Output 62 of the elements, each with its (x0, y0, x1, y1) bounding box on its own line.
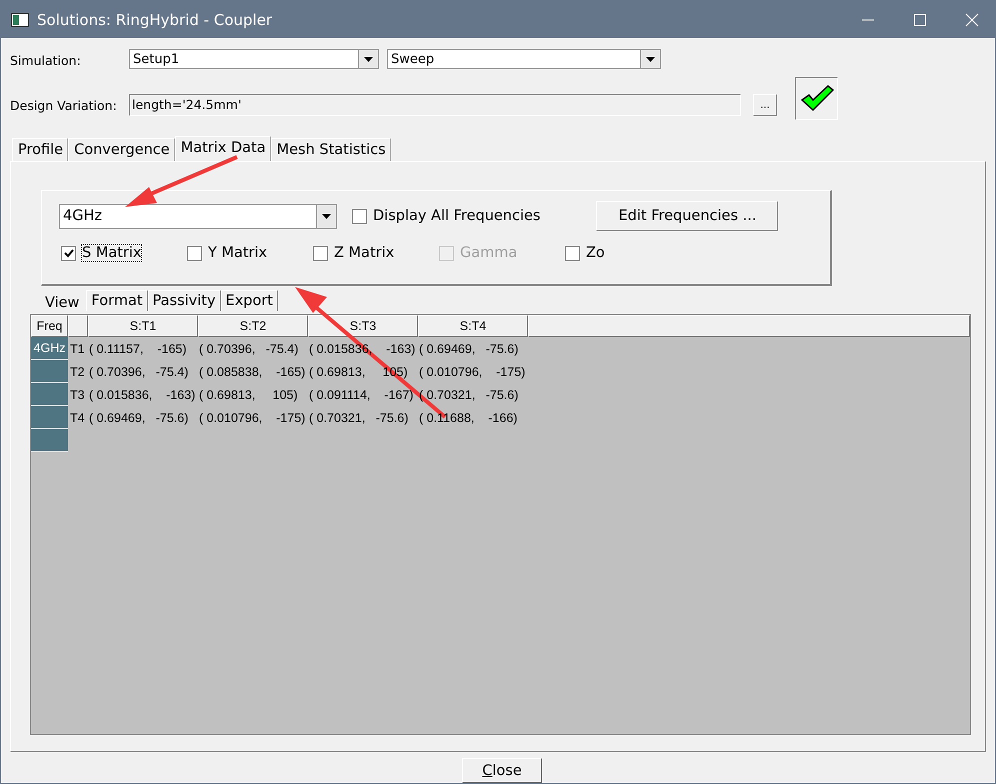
column-header[interactable]: S:T3 (308, 315, 418, 337)
frequency-cell (31, 383, 68, 406)
row-header: T1 (69, 342, 86, 356)
table-cell-text: ( 0.70396, -75.4) (199, 342, 300, 356)
table-cell-text: ( 0.70396, -75.4) (89, 364, 190, 378)
table-cell-text: ( 0.010796, -175) (199, 410, 306, 424)
sub-tab[interactable]: View (39, 290, 86, 311)
caret-icon (646, 56, 655, 62)
frequency-dropdown[interactable]: 4GHz (59, 204, 337, 228)
row-header: T4 (69, 410, 86, 424)
window-title: Solutions: RingHybrid - Coupler (37, 10, 272, 28)
browse-button[interactable]: ... (753, 94, 777, 116)
table-cell-text: ( 0.69469, -75.6) (419, 342, 520, 356)
table-cell-text: ( 0.010796, -175) (419, 364, 526, 378)
checkbox[interactable] (187, 246, 202, 260)
table-cell-text: ( 0.69469, -75.6) (89, 410, 190, 424)
frequency-cell (31, 429, 68, 452)
tab[interactable]: Convergence (68, 138, 175, 161)
table-cell-text: ( 0.015836, -163) (89, 388, 196, 402)
close-button[interactable]: Close (462, 758, 542, 783)
table-cell-text: ( 0.70321, -75.6) (309, 410, 410, 424)
window-icon (11, 12, 29, 26)
checkbox[interactable] (61, 246, 76, 260)
caret-icon (364, 56, 373, 62)
close-icon[interactable] (965, 12, 979, 26)
sweep-dropdown[interactable]: Sweep (387, 49, 661, 69)
tab[interactable]: Mesh Statistics (270, 138, 391, 161)
matrix-checkbox[interactable]: Z Matrix (313, 245, 439, 261)
column-header[interactable]: S:T4 (418, 315, 528, 337)
tab[interactable]: Profile (12, 138, 68, 161)
table-cell-text: ( 0.085838, -165) (199, 364, 306, 378)
row-header: T2 (69, 364, 86, 378)
column-header[interactable]: S:T1 (88, 315, 198, 337)
caret-icon (322, 214, 331, 218)
matrix-checkbox[interactable]: S Matrix (61, 245, 187, 261)
setup-dropdown[interactable]: Setup1 (129, 49, 379, 69)
checkbox[interactable] (313, 246, 328, 260)
design-variation-field[interactable]: length='24.5mm' (129, 94, 741, 116)
edit-frequencies-button[interactable]: Edit Frequencies ... (596, 201, 778, 231)
frequency-cell (31, 406, 68, 429)
sub-tab[interactable]: Export (220, 290, 278, 311)
column-header[interactable]: Freq (31, 315, 68, 337)
table-cell-text: ( 0.11688, -166) (419, 410, 518, 424)
sub-tab[interactable]: Passivity (148, 290, 221, 311)
matrix-checkbox[interactable]: Zo (565, 245, 691, 261)
display-all-checkbox[interactable]: Display All Frequencies (352, 208, 540, 224)
tab[interactable]: Matrix Data (174, 136, 271, 161)
row-header: T3 (69, 388, 86, 402)
matrix-checkbox[interactable]: Y Matrix (187, 245, 313, 261)
table-cell-text: ( 0.11157, -165) (89, 342, 188, 356)
column-header[interactable]: S:T2 (198, 315, 308, 337)
maximize-icon[interactable] (913, 12, 927, 26)
design-variation-label: Design Variation: (10, 98, 118, 112)
frequency-cell (31, 360, 68, 383)
table-cell-text: ( 0.091114, -167) (309, 388, 414, 402)
frequency-cell: 4GHz (31, 337, 68, 360)
simulation-label: Simulation: (10, 53, 82, 68)
sub-tab[interactable]: Format (86, 290, 148, 311)
checkmark-icon (800, 84, 834, 112)
checkbox[interactable] (352, 208, 367, 224)
table-cell-text: ( 0.69813, 105) (199, 388, 299, 402)
checkbox[interactable] (565, 246, 580, 260)
